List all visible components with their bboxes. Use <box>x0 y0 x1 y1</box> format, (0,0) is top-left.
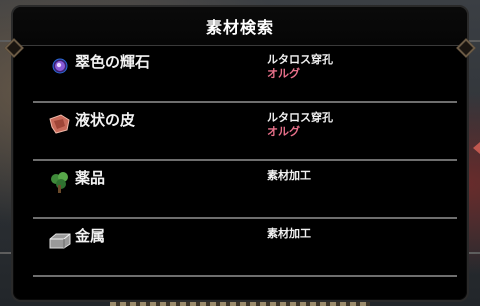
item-name: 翠色の輝石 <box>75 53 151 71</box>
item-source: 素材加工 <box>267 227 311 241</box>
source-location: 素材加工 <box>267 169 311 182</box>
material-list: 翠色の輝石 ルタロス穿孔 オルグ 液状の皮 ルタロス穿孔 オルグ 薬品 素材加工… <box>33 45 457 277</box>
source-monster: オルグ <box>267 125 300 138</box>
material-search-dialog: 素材検索 翠色の輝石 ルタロス穿孔 オルグ 液状の皮 ルタロス穿孔 オルグ 薬品… <box>4 5 476 302</box>
list-item[interactable]: 薬品 素材加工 <box>33 161 457 219</box>
herb-icon <box>51 172 68 193</box>
background-bottom-bar <box>110 302 370 306</box>
right-arrow-icon[interactable] <box>473 142 480 154</box>
metal-ingot-icon <box>49 233 71 249</box>
list-item[interactable]: 液状の皮 ルタロス穿孔 オルグ <box>33 103 457 161</box>
purple-gem-icon <box>52 58 68 74</box>
item-name: 薬品 <box>75 169 106 187</box>
red-hide-icon <box>49 114 70 134</box>
list-item[interactable]: 金属 素材加工 <box>33 219 457 277</box>
item-name: 金属 <box>75 227 106 245</box>
source-location: 素材加工 <box>267 227 311 240</box>
list-item[interactable]: 翠色の輝石 ルタロス穿孔 オルグ <box>33 45 457 103</box>
source-location: ルタロス穿孔 <box>267 111 333 124</box>
item-source: ルタロス穿孔 オルグ <box>267 111 333 139</box>
item-source: 素材加工 <box>267 169 311 183</box>
item-source: ルタロス穿孔 オルグ <box>267 53 333 81</box>
item-name: 液状の皮 <box>75 111 136 129</box>
dialog-title: 素材検索 <box>205 18 274 37</box>
dialog-header: 素材検索 <box>13 7 467 46</box>
source-monster: オルグ <box>267 67 300 80</box>
source-location: ルタロス穿孔 <box>267 53 333 66</box>
